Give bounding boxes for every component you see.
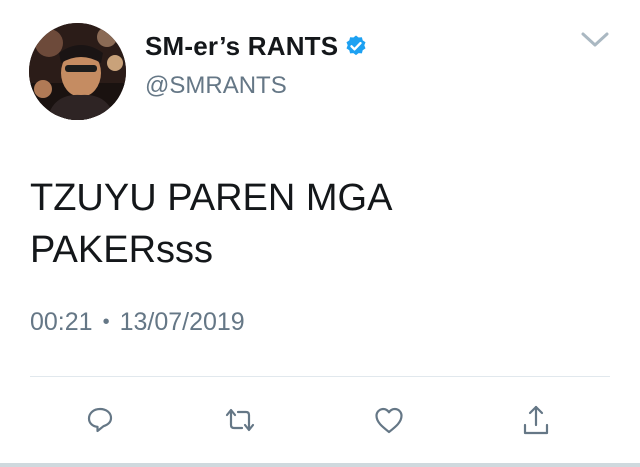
tweet-text-line: PAKERsss	[30, 229, 214, 271]
heart-icon	[375, 407, 403, 434]
retweet-button[interactable]	[218, 398, 262, 442]
like-button[interactable]	[367, 398, 411, 442]
author-handle[interactable]: @SMRANTS	[145, 72, 287, 100]
share-button[interactable]	[514, 398, 558, 442]
tweet-time: 00:21	[30, 308, 93, 336]
tweet-timestamp[interactable]: 00:21 • 13/07/2019	[30, 308, 245, 337]
reply-button[interactable]	[78, 398, 122, 442]
tweet-date: 13/07/2019	[119, 308, 245, 336]
tweet-actions	[0, 398, 640, 442]
divider	[30, 376, 610, 377]
chevron-down-icon[interactable]	[580, 30, 610, 50]
retweet-icon	[225, 408, 255, 432]
author-display-name[interactable]: SM-er’s RANTS	[145, 31, 338, 62]
share-icon	[523, 405, 549, 435]
tweet-text: TZUYU PAREN MGA PAKERsss	[30, 172, 590, 276]
meta-separator: •	[102, 311, 110, 333]
avatar[interactable]	[29, 23, 126, 120]
reply-icon	[87, 407, 113, 433]
tweet-text-line: TZUYU PAREN MGA	[30, 177, 393, 219]
author-name-row[interactable]: SM-er’s RANTS	[145, 30, 368, 62]
bottom-border	[0, 463, 640, 467]
tweet-card: SM-er’s RANTS @SMRANTS TZUYU PAREN MGA P…	[0, 0, 640, 467]
verified-badge-icon	[344, 34, 368, 58]
